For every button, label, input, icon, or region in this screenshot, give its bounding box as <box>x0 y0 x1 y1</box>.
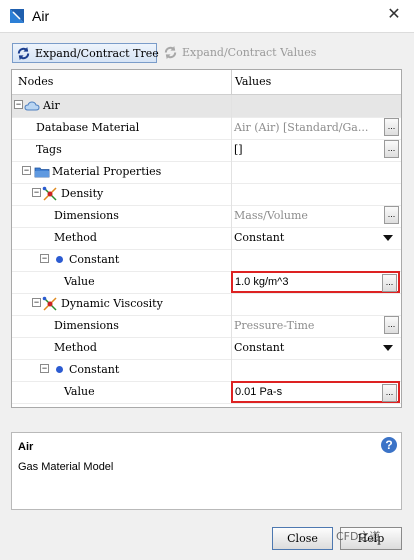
viscosity-dimensions-edit-button[interactable]: ... <box>384 316 399 334</box>
constant-dot-icon <box>56 256 63 263</box>
tree-row-database-material[interactable]: Database Material Air (Air) [Standard/Ga… <box>12 117 401 140</box>
constant-dot-icon <box>56 366 63 373</box>
collapse-icon[interactable]: − <box>40 254 49 263</box>
tree-row-material-properties[interactable]: − Material Properties <box>12 161 401 184</box>
tree-row-density-method[interactable]: Method Constant <box>12 227 401 250</box>
node-label: Air <box>43 99 60 112</box>
property-node-icon <box>42 186 57 201</box>
tree-row-viscosity-method[interactable]: Method Constant <box>12 337 401 360</box>
description-text: Gas Material Model <box>18 461 114 473</box>
density-method-select[interactable]: Constant <box>234 231 284 244</box>
tree-row-viscosity-dimensions[interactable]: Dimensions Pressure-Time ... <box>12 315 401 338</box>
node-label: Value <box>64 385 95 398</box>
expand-tree-label: Expand/Contract Tree <box>35 47 159 60</box>
chevron-down-icon[interactable] <box>383 235 393 241</box>
refresh-icon <box>164 45 177 60</box>
tree-row-tags[interactable]: Tags [] ... <box>12 139 401 162</box>
tree-row-density[interactable]: − Density <box>12 183 401 206</box>
tree-row-dynamic-viscosity[interactable]: − Dynamic Viscosity <box>12 293 401 316</box>
cloud-icon <box>24 101 40 111</box>
node-label: Dimensions <box>54 319 119 332</box>
watermark-text: CFD之道 <box>336 530 381 543</box>
tree-row-density-constant[interactable]: − Constant <box>12 249 401 272</box>
density-value-input[interactable]: 1.0 kg/m^3 <box>235 276 288 288</box>
node-label: Database Material <box>36 121 140 134</box>
nodes-column-header: Nodes <box>18 75 54 88</box>
density-value-edit-button[interactable]: ... <box>382 274 397 292</box>
tree-row-viscosity-constant[interactable]: − Constant <box>12 359 401 382</box>
density-dimensions-value: Mass/Volume <box>234 209 308 222</box>
tree-row-air[interactable]: − Air <box>12 95 401 118</box>
folder-icon <box>34 167 50 178</box>
property-node-icon <box>42 296 57 311</box>
property-tree: Nodes Values − Air Database Material Air… <box>11 69 402 408</box>
viscosity-dimensions-value: Pressure-Time <box>234 319 315 332</box>
title-bar: Air ✕ <box>0 0 414 33</box>
tags-edit-button[interactable]: ... <box>384 140 399 158</box>
tree-row-density-value[interactable]: Value 1.0 kg/m^3 ... <box>12 271 401 294</box>
collapse-icon[interactable]: − <box>14 100 23 109</box>
close-button[interactable]: Close <box>272 527 333 550</box>
chevron-down-icon[interactable] <box>383 345 393 351</box>
help-icon[interactable]: ? <box>381 437 397 453</box>
density-value-highlight: 1.0 kg/m^3 ... <box>231 271 400 293</box>
node-label: Tags <box>36 143 62 156</box>
tree-row-viscosity-value[interactable]: Value 0.01 Pa-s ... <box>12 381 401 404</box>
node-label: Dynamic Viscosity <box>61 297 163 310</box>
collapse-icon[interactable]: − <box>32 298 41 307</box>
node-label: Material Properties <box>52 165 162 178</box>
node-label: Method <box>54 341 97 354</box>
viscosity-value-edit-button[interactable]: ... <box>382 384 397 402</box>
node-label: Dimensions <box>54 209 119 222</box>
viscosity-value-highlight: 0.01 Pa-s ... <box>231 381 400 403</box>
expand-contract-tree-button[interactable]: Expand/Contract Tree <box>12 43 159 63</box>
window-title: Air <box>32 8 50 24</box>
database-material-value: Air (Air) [Standard/Ga... <box>234 121 369 134</box>
tree-row-density-dimensions[interactable]: Dimensions Mass/Volume ... <box>12 205 401 228</box>
collapse-icon[interactable]: − <box>32 188 41 197</box>
collapse-icon[interactable]: − <box>40 364 49 373</box>
node-label: Constant <box>69 253 120 266</box>
close-window-icon[interactable]: ✕ <box>384 5 404 25</box>
tags-value: [] <box>234 143 243 156</box>
values-column-header: Values <box>235 75 272 88</box>
node-label: Method <box>54 231 97 244</box>
density-dimensions-edit-button[interactable]: ... <box>384 206 399 224</box>
app-logo-icon <box>8 7 26 25</box>
expand-contract-values-button[interactable]: Expand/Contract Values <box>162 43 316 63</box>
collapse-icon[interactable]: − <box>22 166 31 175</box>
database-material-edit-button[interactable]: ... <box>384 118 399 136</box>
description-panel: Air Gas Material Model ? <box>11 432 402 510</box>
viscosity-method-select[interactable]: Constant <box>234 341 284 354</box>
description-title: Air <box>18 441 34 453</box>
node-label: Constant <box>69 363 120 376</box>
node-label: Value <box>64 275 95 288</box>
expand-values-label: Expand/Contract Values <box>182 46 317 59</box>
node-label: Density <box>61 187 104 200</box>
viscosity-value-input[interactable]: 0.01 Pa-s <box>235 386 282 398</box>
tree-header: Nodes Values <box>12 70 401 95</box>
refresh-icon <box>17 46 30 61</box>
